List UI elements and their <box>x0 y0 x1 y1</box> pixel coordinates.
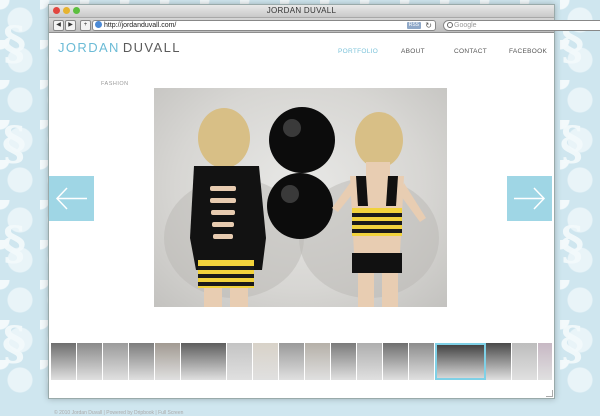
previous-arrow-button[interactable] <box>49 176 94 221</box>
address-bar[interactable]: http://jordanduvall.com/ RSS ↻ <box>92 20 436 31</box>
thumbnail-strip <box>51 343 552 380</box>
nav-contact[interactable]: CONTACT <box>454 48 487 55</box>
gallery-thumbnail[interactable] <box>77 343 103 380</box>
forward-button[interactable]: ▶ <box>65 20 76 31</box>
gallery-thumbnail[interactable] <box>383 343 409 380</box>
search-icon <box>447 22 453 28</box>
nav-facebook[interactable]: FACEBOOK <box>509 48 547 55</box>
add-bookmark-button[interactable]: + <box>80 20 91 31</box>
back-button[interactable]: ◀ <box>53 20 64 31</box>
reload-button[interactable]: ↻ <box>425 21 432 30</box>
gallery-thumbnail[interactable] <box>155 343 181 380</box>
gallery-thumbnail[interactable] <box>253 343 279 380</box>
nav-portfolio[interactable]: PORTFOLIO <box>338 48 378 55</box>
url-text: http://jordanduvall.com/ <box>104 22 177 29</box>
gallery-thumbnail[interactable] <box>305 343 331 380</box>
next-arrow-button[interactable] <box>507 176 552 221</box>
gallery-thumbnail[interactable] <box>181 343 227 380</box>
logo-first-name: JORDAN <box>58 40 120 55</box>
title-bar: JORDAN DUVALL <box>49 5 554 18</box>
ornament-glyph: § <box>2 216 27 270</box>
gallery-thumbnail[interactable] <box>435 343 486 380</box>
page-footer: © 2010 Jordan Duvall | Powered by Dripbo… <box>54 410 184 416</box>
gallery-thumbnail[interactable] <box>512 343 538 380</box>
search-field[interactable]: Google <box>443 20 600 31</box>
ornament-glyph: § <box>560 116 585 170</box>
gallery-thumbnail[interactable] <box>486 343 512 380</box>
ornament-glyph: § <box>2 16 27 70</box>
nav-about[interactable]: ABOUT <box>401 48 425 55</box>
arrow-right-icon <box>514 187 546 210</box>
browser-window: JORDAN DUVALL ◀ ▶ + http://jordanduvall.… <box>48 4 600 416</box>
fashion-photo-illustration <box>164 107 439 307</box>
ornament-glyph: § <box>2 116 27 170</box>
main-photo[interactable] <box>154 88 447 307</box>
ornament-glyph: § <box>560 216 585 270</box>
gallery-thumbnail[interactable] <box>279 343 305 380</box>
ornament-glyph: § <box>2 316 27 370</box>
gallery-thumbnail[interactable] <box>51 343 77 380</box>
logo-last-name: DUVALL <box>122 40 181 55</box>
gallery-thumbnail[interactable] <box>227 343 253 380</box>
search-placeholder: Google <box>454 22 477 29</box>
ornament-glyph: § <box>560 316 585 370</box>
gallery-thumbnail[interactable] <box>357 343 383 380</box>
web-page: JORDAN DUVALL PORTFOLIO ABOUT CONTACT FAC… <box>49 33 554 416</box>
resize-handle[interactable] <box>546 390 553 397</box>
breadcrumb: FASHION <box>101 81 129 87</box>
gallery-thumbnail[interactable] <box>331 343 357 380</box>
gallery-thumbnail[interactable] <box>538 343 552 380</box>
browser-toolbar: ◀ ▶ + http://jordanduvall.com/ RSS ↻ Goo… <box>49 18 600 33</box>
site-logo[interactable]: JORDAN DUVALL <box>58 40 181 55</box>
globe-icon <box>95 21 102 28</box>
arrow-left-icon <box>55 187 87 210</box>
gallery-thumbnail[interactable] <box>129 343 155 380</box>
gallery-thumbnail[interactable] <box>103 343 129 380</box>
rss-button[interactable]: RSS <box>406 22 421 29</box>
window-title: JORDAN DUVALL <box>266 6 337 15</box>
gallery-thumbnail[interactable] <box>409 343 435 380</box>
